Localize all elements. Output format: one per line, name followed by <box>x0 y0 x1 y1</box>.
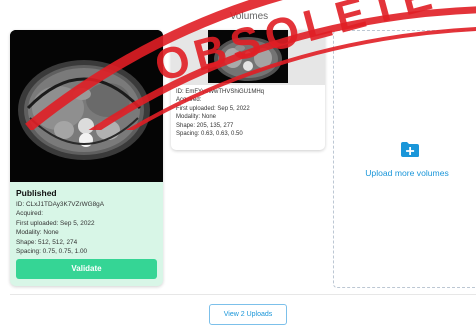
volume-id: ID: CLxJ1TDAy3K7VZrWG8gA <box>16 201 104 208</box>
acquired-field: Acquired: <box>16 210 43 218</box>
upload-more-volumes-link[interactable]: Upload more volumes <box>334 168 476 178</box>
ct-scan-thumbnail[interactable] <box>208 30 288 83</box>
first-uploaded-field: First uploaded: Sep 5, 2022 <box>176 105 250 112</box>
acquired-field: Acquired: <box>176 97 202 104</box>
volume-card[interactable]: ID: EmFYyeWwTHVShiGU1MHq Acquired: First… <box>171 30 325 150</box>
shape-field: Shape: 512, 512, 274 <box>16 238 78 246</box>
volume-details: ID: EmFYyeWwTHVShiGU1MHq Acquired: First… <box>176 88 321 138</box>
volume-card-published[interactable]: Published ID: CLxJ1TDAy3K7VZrWG8gA Acqui… <box>10 30 163 286</box>
upload-dropzone[interactable]: Upload more volumes <box>333 30 476 288</box>
volume-id: ID: EmFYyeWwTHVShiGU1MHq <box>176 89 265 95</box>
thumbnail-frame <box>171 30 325 85</box>
ct-scan-thumbnail[interactable] <box>10 30 163 182</box>
divider <box>10 294 476 295</box>
folder-plus-icon[interactable] <box>400 141 420 158</box>
shape-field: Shape: 205, 135, 277 <box>176 122 234 129</box>
modality-field: Modality: None <box>16 229 59 237</box>
validate-button[interactable]: Validate <box>16 259 157 279</box>
spacing-field: Spacing: 0.75, 0.75, 1.00 <box>16 248 88 256</box>
view-uploads-button[interactable]: View 2 Uploads <box>209 304 287 325</box>
volume-details: Published ID: CLxJ1TDAy3K7VZrWG8gA Acqui… <box>16 187 157 256</box>
status-label: Published <box>16 188 57 198</box>
modality-field: Modality: None <box>176 114 217 121</box>
first-uploaded-field: First uploaded: Sep 5, 2022 <box>16 219 95 227</box>
volumes-heading: Volumes <box>229 11 269 22</box>
spacing-field: Spacing: 0.63, 0.63, 0.50 <box>176 131 243 138</box>
